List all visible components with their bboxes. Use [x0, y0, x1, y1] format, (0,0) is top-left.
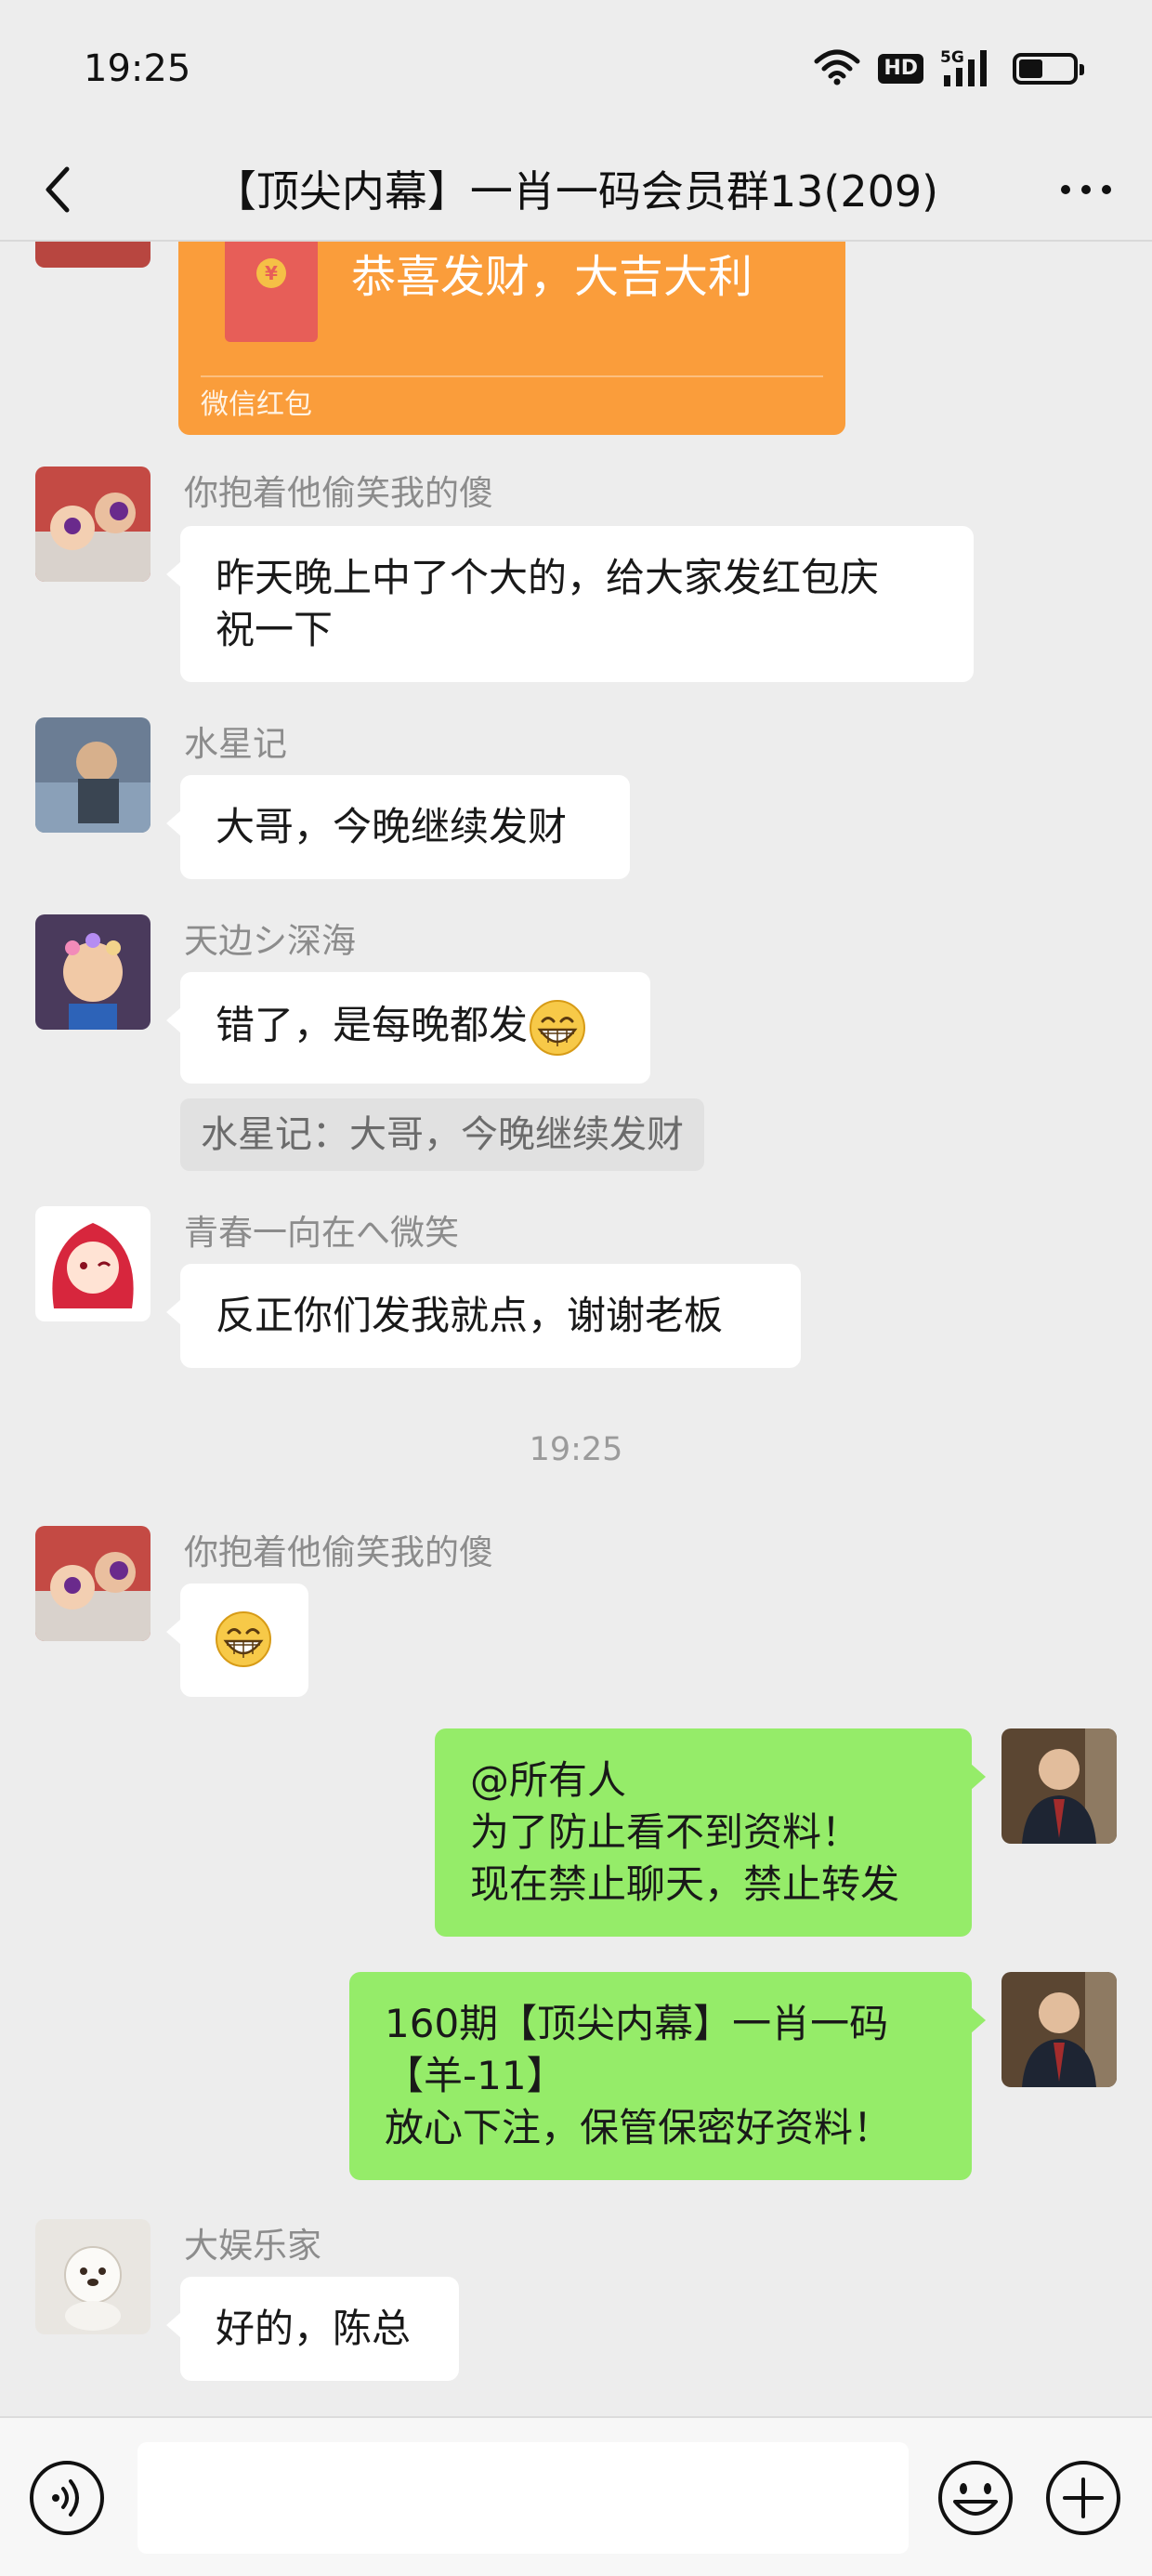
- message-bubble[interactable]: 好的，陈总: [166, 2277, 459, 2381]
- sender-name: 青春一向在へ微笑: [184, 1213, 459, 1253]
- red-packet-coin: ¥: [256, 258, 286, 288]
- red-packet-message[interactable]: ¥ 恭喜发财，大吉大利 微信红包: [178, 242, 845, 435]
- message-bubble[interactable]: 错了，是每晚都发: [166, 972, 650, 1084]
- message-bubble[interactable]: 昨天晚上中了个大的，给大家发红包庆 祝一下: [166, 526, 974, 682]
- more-button[interactable]: [1054, 160, 1119, 219]
- message-line: 放心下注，保管保密好资料！: [385, 2105, 893, 2150]
- message-line: 祝一下: [216, 607, 334, 652]
- chat-title: 【顶尖内幕】一肖一码会员群13(209): [213, 166, 939, 217]
- grinning-face-icon: [216, 1611, 271, 1667]
- message-line: 错了，是每晚都发: [216, 1002, 529, 1048]
- message-line: 160期【顶尖内幕】一肖一码: [385, 2001, 889, 2046]
- message-line: 昨天晚上中了个大的，给大家发红包庆: [216, 555, 880, 600]
- grinning-face-icon: [530, 1000, 586, 1056]
- avatar[interactable]: [35, 1206, 151, 1321]
- more-icon: [1061, 185, 1111, 194]
- emoji-button[interactable]: [936, 2459, 1015, 2537]
- message-bubble[interactable]: [166, 1584, 308, 1697]
- message-line: 现在禁止聊天，禁止转发: [470, 1861, 900, 1907]
- message-line: 【羊-11】: [385, 2053, 566, 2098]
- avatar[interactable]: [35, 467, 151, 582]
- message-bubble[interactable]: 反正你们发我就点，谢谢老板: [166, 1264, 801, 1368]
- voice-icon: [30, 2461, 104, 2535]
- message-line: 反正你们发我就点，谢谢老板: [216, 1293, 724, 1338]
- status-time: 19:25: [84, 47, 191, 90]
- sender-name: 水星记: [184, 724, 287, 764]
- message-line-wrap: 错了，是每晚都发: [216, 998, 615, 1058]
- wifi-icon: [813, 48, 861, 89]
- message-bubble[interactable]: 大哥，今晚继续发财: [166, 775, 630, 879]
- avatar-self[interactable]: [1001, 1728, 1117, 1844]
- message-line: 好的，陈总: [216, 2306, 412, 2351]
- sender-name: 大娱乐家: [184, 2226, 321, 2266]
- status-icons: HD 5G: [813, 46, 1084, 91]
- signal-icon: 5G: [940, 47, 996, 90]
- message-line: 为了防止看不到资料！: [470, 1809, 861, 1855]
- smiley-icon: [938, 2461, 1013, 2535]
- hd-badge: HD: [878, 54, 923, 84]
- avatar[interactable]: [35, 914, 151, 1030]
- battery-level: [1019, 59, 1043, 78]
- avatar[interactable]: [35, 2219, 151, 2334]
- message-bubble-outgoing[interactable]: 160期【顶尖内幕】一肖一码 【羊-11】 放心下注，保管保密好资料！: [349, 1972, 986, 2180]
- message-line: @所有人: [470, 1757, 627, 1803]
- avatar-self[interactable]: [1001, 1972, 1117, 2087]
- avatar[interactable]: [35, 1526, 151, 1641]
- back-button[interactable]: [28, 160, 87, 219]
- nav-bar: 【顶尖内幕】一肖一码会员群13(209): [0, 138, 1152, 242]
- red-packet-divider: [201, 375, 823, 377]
- sender-name: 你抱着他偷笑我的傻: [184, 473, 493, 513]
- red-packet-greeting: 恭喜发财，大吉大利: [351, 251, 753, 303]
- time-divider: 19:25: [529, 1431, 623, 1468]
- plus-icon: [1046, 2461, 1120, 2535]
- sender-name: 你抱着他偷笑我的傻: [184, 1532, 493, 1572]
- network-type-label: 5G: [940, 48, 964, 67]
- status-bar: 19:25 HD 5G: [0, 0, 1152, 138]
- input-bar: [0, 2416, 1152, 2576]
- avatar[interactable]: [35, 717, 151, 833]
- message-input[interactable]: [137, 2442, 909, 2554]
- message-line: 大哥，今晚继续发财: [216, 804, 568, 849]
- chat-area[interactable]: ¥ 恭喜发财，大吉大利 微信红包 你抱着他偷笑我的傻 昨天晚上中了个大的，给大家…: [0, 242, 1152, 2416]
- quoted-message[interactable]: 水星记：大哥，今晚继续发财: [180, 1098, 704, 1171]
- red-packet-icon: ¥: [225, 242, 318, 342]
- sender-name: 天边シ深海: [184, 921, 356, 961]
- avatar[interactable]: [35, 242, 151, 268]
- voice-button[interactable]: [28, 2459, 106, 2537]
- message-bubble-outgoing[interactable]: @所有人 为了防止看不到资料！ 现在禁止聊天，禁止转发: [435, 1728, 986, 1937]
- chevron-left-icon: [46, 166, 70, 213]
- more-functions-button[interactable]: [1044, 2459, 1122, 2537]
- battery-icon: [1013, 53, 1084, 85]
- red-packet-label: 微信红包: [201, 388, 312, 421]
